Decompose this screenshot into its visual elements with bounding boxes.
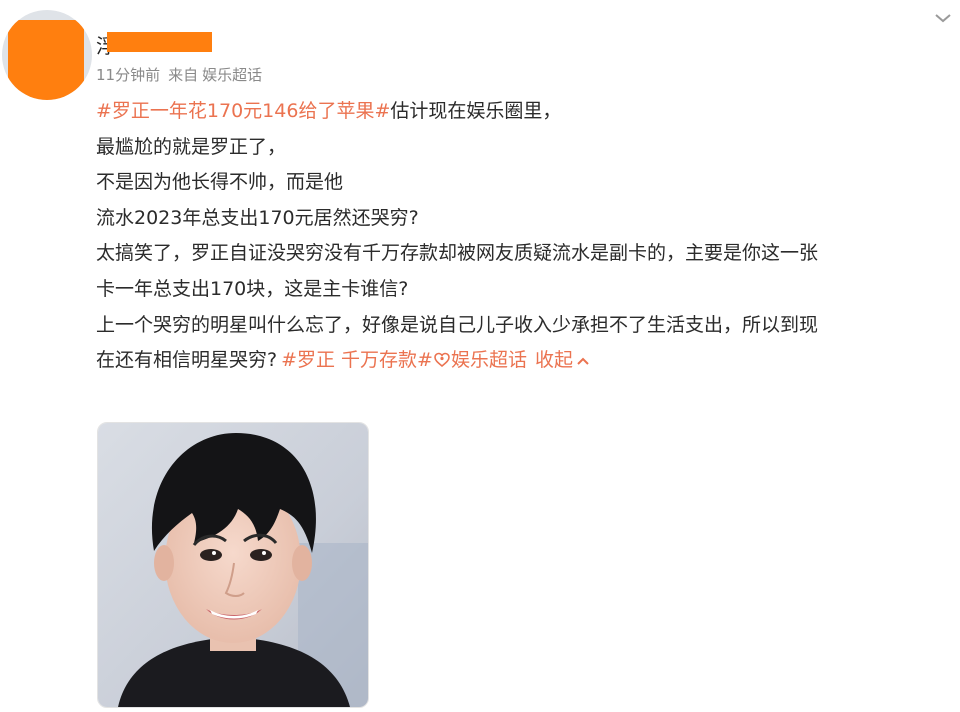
avatar-redaction <box>8 20 84 100</box>
post-time[interactable]: 11分钟前 <box>96 66 160 84</box>
post-from-label: 来自 <box>168 66 199 84</box>
post-line: #罗正一年花170元146给了苹果#估计现在娱乐圈里， <box>96 94 952 130</box>
portrait-photo <box>98 423 368 707</box>
post-text: #罗正一年花170元146给了苹果#估计现在娱乐圈里， 最尴尬的就是罗正了， 不… <box>96 94 952 379</box>
post-line: 太搞笑了，罗正自证没哭穷没有千万存款却被网友质疑流水是副卡的，主要是你这一张 <box>96 242 819 265</box>
supertopic-link[interactable]: 娱乐超话 <box>433 349 527 371</box>
post-line: 卡一年总支出170块，这是主卡谁信? <box>96 277 409 300</box>
post-line: 不是因为他长得不帅，而是他 <box>96 171 344 194</box>
collapse-button[interactable]: 收起 <box>535 349 590 371</box>
post-line-text: 估计现在娱乐圈里， <box>390 100 562 122</box>
avatar[interactable] <box>2 10 92 100</box>
post-source[interactable]: 娱乐超话 <box>202 66 262 84</box>
supertopic-label: 娱乐超话 <box>450 349 527 372</box>
post-image[interactable] <box>97 422 369 708</box>
supertopic-icon <box>434 352 450 368</box>
post-line: 流水2023年总支出170元居然还哭穷? <box>96 206 419 229</box>
post-line-text: 在还有相信明星哭穷? <box>96 349 278 372</box>
author-name-redaction <box>107 32 212 52</box>
collapse-label: 收起 <box>535 349 574 372</box>
post-line: 上一个哭穷的明星叫什么忘了，好像是说自己儿子收入少承担不了生活支出，所以到现 <box>96 313 819 336</box>
chevron-down-icon <box>935 14 951 23</box>
post-line: 在还有相信明星哭穷? #罗正 千万存款# 娱乐超话 收起 <box>96 343 952 379</box>
topic-link[interactable]: #罗正一年花170元146给了苹果# <box>96 100 390 122</box>
post-line: 最尴尬的就是罗正了， <box>96 135 287 158</box>
topic-link[interactable]: #罗正 千万存款# <box>281 349 433 371</box>
chevron-up-icon <box>577 357 589 365</box>
post-meta: 11分钟前 来自 娱乐超话 <box>96 64 270 85</box>
more-options-button[interactable] <box>932 10 954 26</box>
